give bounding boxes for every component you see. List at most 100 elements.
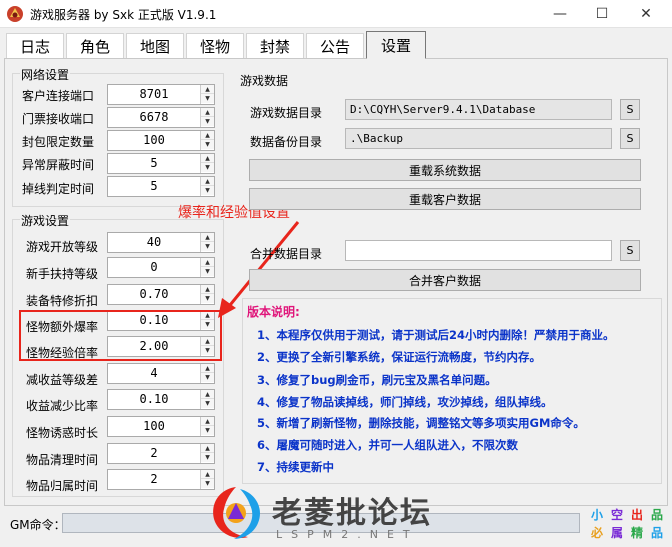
data-dir-field[interactable]: D:\CQYH\Server9.4.1\Database [345,99,612,120]
merge-dir-label: 合并数据目录 [250,247,323,261]
watermark-char: 品 [650,526,663,540]
spin-up-icon[interactable]: ▲ [201,390,214,399]
tab-ban[interactable]: 封禁 [246,33,304,59]
tab-announcement[interactable]: 公告 [306,33,364,59]
packet-limit-value[interactable]: 100 [108,131,200,150]
tab-monster[interactable]: 怪物 [186,33,244,59]
newbie-level-value[interactable]: 0 [108,258,200,277]
client-port-value[interactable]: 8701 [108,85,200,104]
ticket-port-label: 门票接收端口 [22,112,95,126]
level-diff-value[interactable]: 4 [108,364,200,383]
item-owner-spinner[interactable]: 2 ▲ ▼ [107,469,215,490]
spin-down-icon[interactable]: ▼ [201,294,214,303]
version-notes-box [242,298,662,484]
spin-up-icon[interactable]: ▲ [201,285,214,294]
repair-discount-value[interactable]: 0.70 [108,285,200,304]
newbie-level-spinner[interactable]: 0 ▲ ▼ [107,257,215,278]
item-owner-label: 物品归属时间 [26,479,99,493]
tab-map[interactable]: 地图 [126,33,184,59]
abnormal-block-value[interactable]: 5 [108,154,200,173]
watermark-char: 属 [610,526,623,540]
watermark-logo-icon [213,487,260,539]
spin-down-icon[interactable]: ▼ [201,163,214,172]
merge-dir-browse-button[interactable]: S [620,240,640,261]
newbie-level-label: 新手扶持等级 [26,267,99,281]
disconnect-time-value[interactable]: 5 [108,177,200,196]
minimize-button[interactable]: — [538,0,582,28]
spin-up-icon[interactable]: ▲ [201,85,214,94]
spin-down-icon[interactable]: ▼ [201,186,214,195]
open-level-label: 游戏开放等级 [26,240,99,254]
spin-down-icon[interactable]: ▼ [201,94,214,103]
open-level-spinner[interactable]: 40 ▲ ▼ [107,232,215,253]
disconnect-time-spinner[interactable]: 5 ▲ ▼ [107,176,215,197]
game-settings-title: 游戏设置 [20,212,71,229]
app-icon [7,6,23,22]
item-owner-value[interactable]: 2 [108,470,200,489]
backup-dir-field[interactable]: .\Backup [345,128,612,149]
open-level-value[interactable]: 40 [108,233,200,252]
watermark-char: 精 [630,526,643,540]
watermark-sub: LSPM2.NET [276,528,419,541]
watermark-char: 出 [630,508,643,522]
watermark-char: 品 [650,508,663,522]
tab-log[interactable]: 日志 [6,33,64,59]
backup-dir-label: 数据备份目录 [250,135,323,149]
level-diff-spinner[interactable]: 4 ▲ ▼ [107,363,215,384]
spin-up-icon[interactable]: ▲ [201,364,214,373]
spin-up-icon[interactable]: ▲ [201,444,214,453]
spin-down-icon[interactable]: ▼ [201,453,214,462]
spin-down-icon[interactable]: ▼ [201,399,214,408]
spin-up-icon[interactable]: ▲ [201,108,214,117]
client-port-label: 客户连接端口 [22,89,95,103]
watermark-char: 空 [610,508,623,522]
highlight-box [19,310,222,361]
tab-settings[interactable]: 设置 [366,31,426,59]
spin-down-icon[interactable]: ▼ [201,140,214,149]
repair-discount-spinner[interactable]: 0.70 ▲ ▼ [107,284,215,305]
spin-up-icon[interactable]: ▲ [201,177,214,186]
client-port-spinner[interactable]: 8701 ▲ ▼ [107,84,215,105]
reload-system-button[interactable]: 重载系统数据 [249,159,641,181]
disconnect-time-label: 掉线判定时间 [22,182,95,196]
item-clear-value[interactable]: 2 [108,444,200,463]
spin-down-icon[interactable]: ▼ [201,426,214,435]
version-note-1: 1、本程序仅供用于测试，请于测试后24小时内删除！严禁用于商业。 [257,328,615,342]
reduce-ratio-spinner[interactable]: 0.10 ▲ ▼ [107,389,215,410]
game-data-title: 游戏数据 [239,72,290,89]
network-settings-title: 网络设置 [20,66,71,83]
version-note-4: 4、修复了物品读掉线，师门掉线，攻沙掉线，组队掉线。 [257,395,553,409]
merge-dir-field[interactable] [345,240,612,261]
spin-down-icon[interactable]: ▼ [201,242,214,251]
abnormal-block-label: 异常屏蔽时间 [22,158,95,172]
data-dir-browse-button[interactable]: S [620,99,640,120]
data-dir-label: 游戏数据目录 [250,106,323,120]
abnormal-block-spinner[interactable]: 5 ▲ ▼ [107,153,215,174]
maximize-button[interactable]: ☐ [580,0,624,28]
packet-limit-spinner[interactable]: 100 ▲ ▼ [107,130,215,151]
lure-time-spinner[interactable]: 100 ▲ ▼ [107,416,215,437]
item-clear-spinner[interactable]: 2 ▲ ▼ [107,443,215,464]
packet-limit-label: 封包限定数量 [22,135,95,149]
close-button[interactable]: ✕ [624,0,668,28]
merge-client-button[interactable]: 合并客户数据 [249,269,641,291]
spin-up-icon[interactable]: ▲ [201,233,214,242]
backup-dir-browse-button[interactable]: S [620,128,640,149]
level-diff-label: 减收益等级差 [26,373,99,387]
spin-down-icon[interactable]: ▼ [201,373,214,382]
tab-character[interactable]: 角色 [66,33,124,59]
reload-client-button[interactable]: 重载客户数据 [249,188,641,210]
watermark-char: 小 [590,508,603,522]
lure-time-value[interactable]: 100 [108,417,200,436]
spin-down-icon[interactable]: ▼ [201,267,214,276]
spin-down-icon[interactable]: ▼ [201,117,214,126]
watermark-char: 必 [590,526,603,540]
spin-up-icon[interactable]: ▲ [201,131,214,140]
spin-up-icon[interactable]: ▲ [201,258,214,267]
spin-up-icon[interactable]: ▲ [201,417,214,426]
ticket-port-value[interactable]: 6678 [108,108,200,127]
reduce-ratio-value[interactable]: 0.10 [108,390,200,409]
spin-up-icon[interactable]: ▲ [201,154,214,163]
spin-up-icon[interactable]: ▲ [201,470,214,479]
ticket-port-spinner[interactable]: 6678 ▲ ▼ [107,107,215,128]
